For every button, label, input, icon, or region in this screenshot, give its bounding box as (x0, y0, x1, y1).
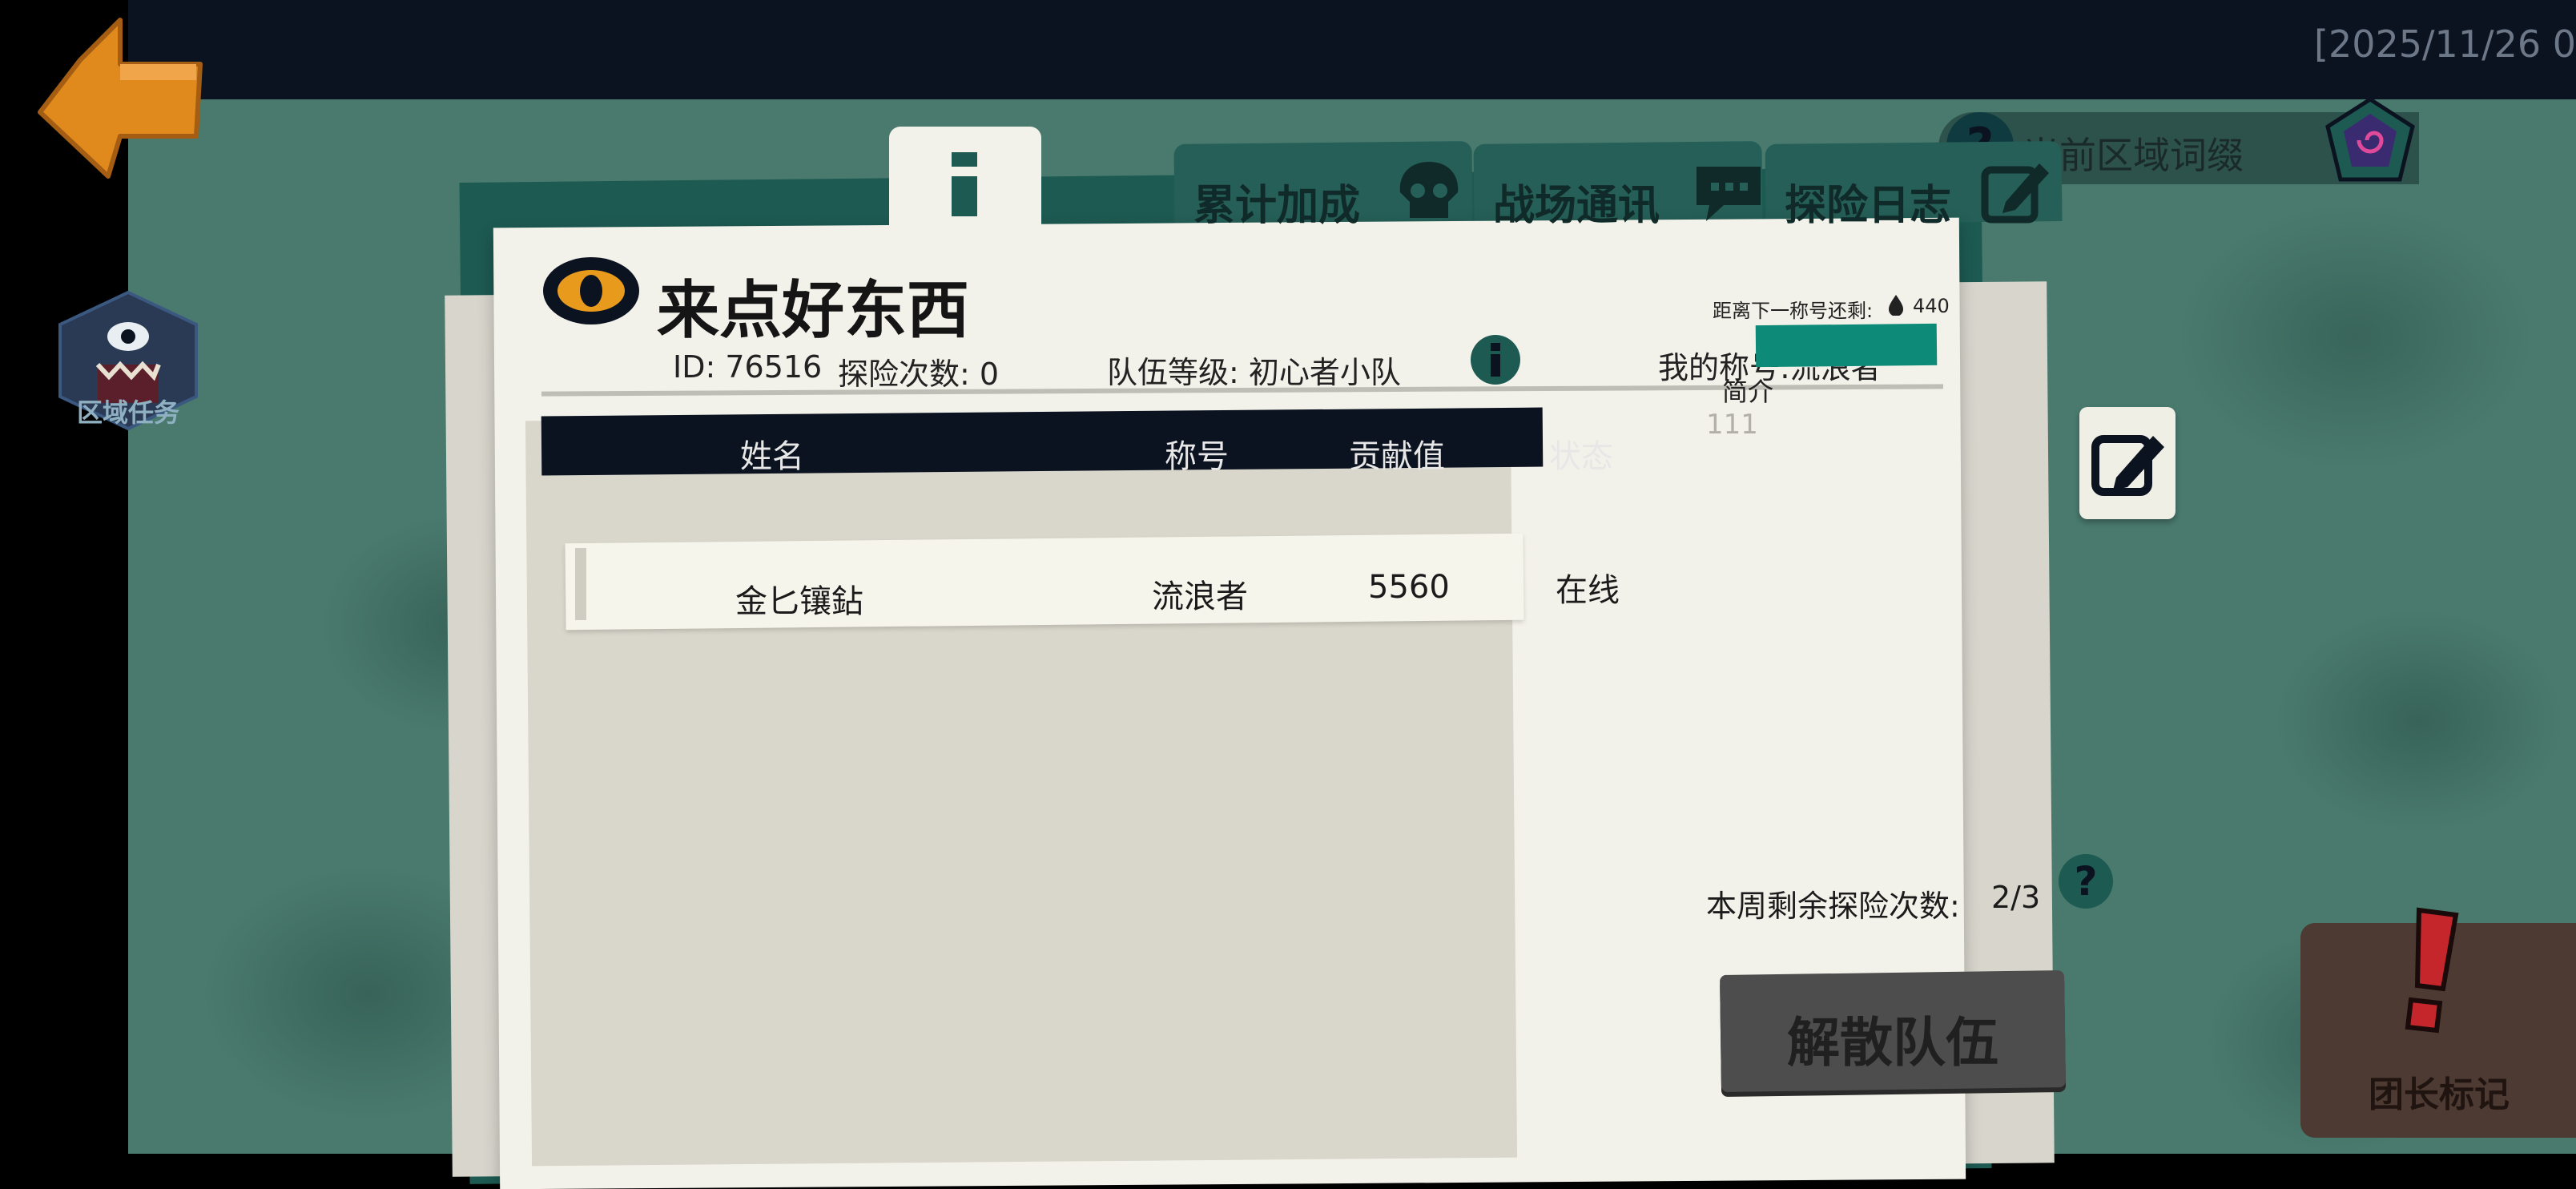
edit-icon (2091, 435, 2164, 496)
disband-team-label: 解散队伍 (1787, 1012, 1998, 1074)
team-name: 来点好东西 (657, 275, 970, 347)
tab-cumulative-bonus-label: 累计加成 (1193, 182, 1361, 230)
info-icon (952, 152, 977, 216)
team-eye-icon (543, 257, 639, 324)
weekly-remaining-value: 2/3 (1991, 880, 2041, 915)
intro-label: 简介 (1722, 377, 1774, 407)
timestamp: [2025/11/26 0 (2314, 22, 2576, 66)
member-status: 在线 (1556, 572, 1620, 609)
region-task-label: 区域任务 (76, 397, 179, 428)
help-icon[interactable]: ? (2059, 854, 2113, 909)
row-accent (575, 548, 586, 620)
currency-drop-icon (1889, 295, 1903, 316)
chat-icon (1697, 167, 1761, 221)
header-title: 称号 (1165, 438, 1229, 475)
top-bar: [2025/11/26 0 (128, 0, 2576, 99)
title-info-icon[interactable] (1471, 335, 1520, 385)
team-id: ID: 76516 (673, 349, 823, 385)
member-title: 流浪者 (1152, 578, 1248, 615)
header-contribution: 贡献值 (1349, 438, 1445, 475)
header-name: 姓名 (740, 438, 804, 475)
next-title-value: 440 (1913, 295, 1950, 317)
intro-text: 111 (1706, 409, 1758, 441)
redacted-block (1755, 323, 1938, 368)
tab-battle-comms-label: 战场通讯 (1493, 182, 1660, 230)
edit-intro-button[interactable] (2079, 407, 2176, 519)
pencil-icon (1981, 163, 2049, 224)
member-table (525, 412, 1518, 1167)
spiral-gem-icon[interactable] (2323, 96, 2417, 184)
member-contribution: 5560 (1368, 569, 1450, 606)
back-arrow-icon[interactable] (32, 16, 212, 180)
header-status: 状态 (1549, 438, 1613, 475)
weekly-remaining-label: 本周剩余探险次数: (1706, 889, 1960, 924)
member-name: 金匕镶鉆 (735, 583, 863, 620)
tab-explore-log-label: 探险日志 (1785, 182, 1952, 230)
next-title-text: 距离下一称号还剩: (1713, 300, 1874, 322)
skull-icon (1399, 162, 1459, 218)
leader-mark-label: 团长标记 (2369, 1074, 2510, 1115)
team-level: 队伍等级: 初心者小队 (1107, 355, 1401, 390)
explore-count: 探险次数: 0 (838, 357, 1000, 392)
exclamation-icon (2405, 907, 2459, 1034)
